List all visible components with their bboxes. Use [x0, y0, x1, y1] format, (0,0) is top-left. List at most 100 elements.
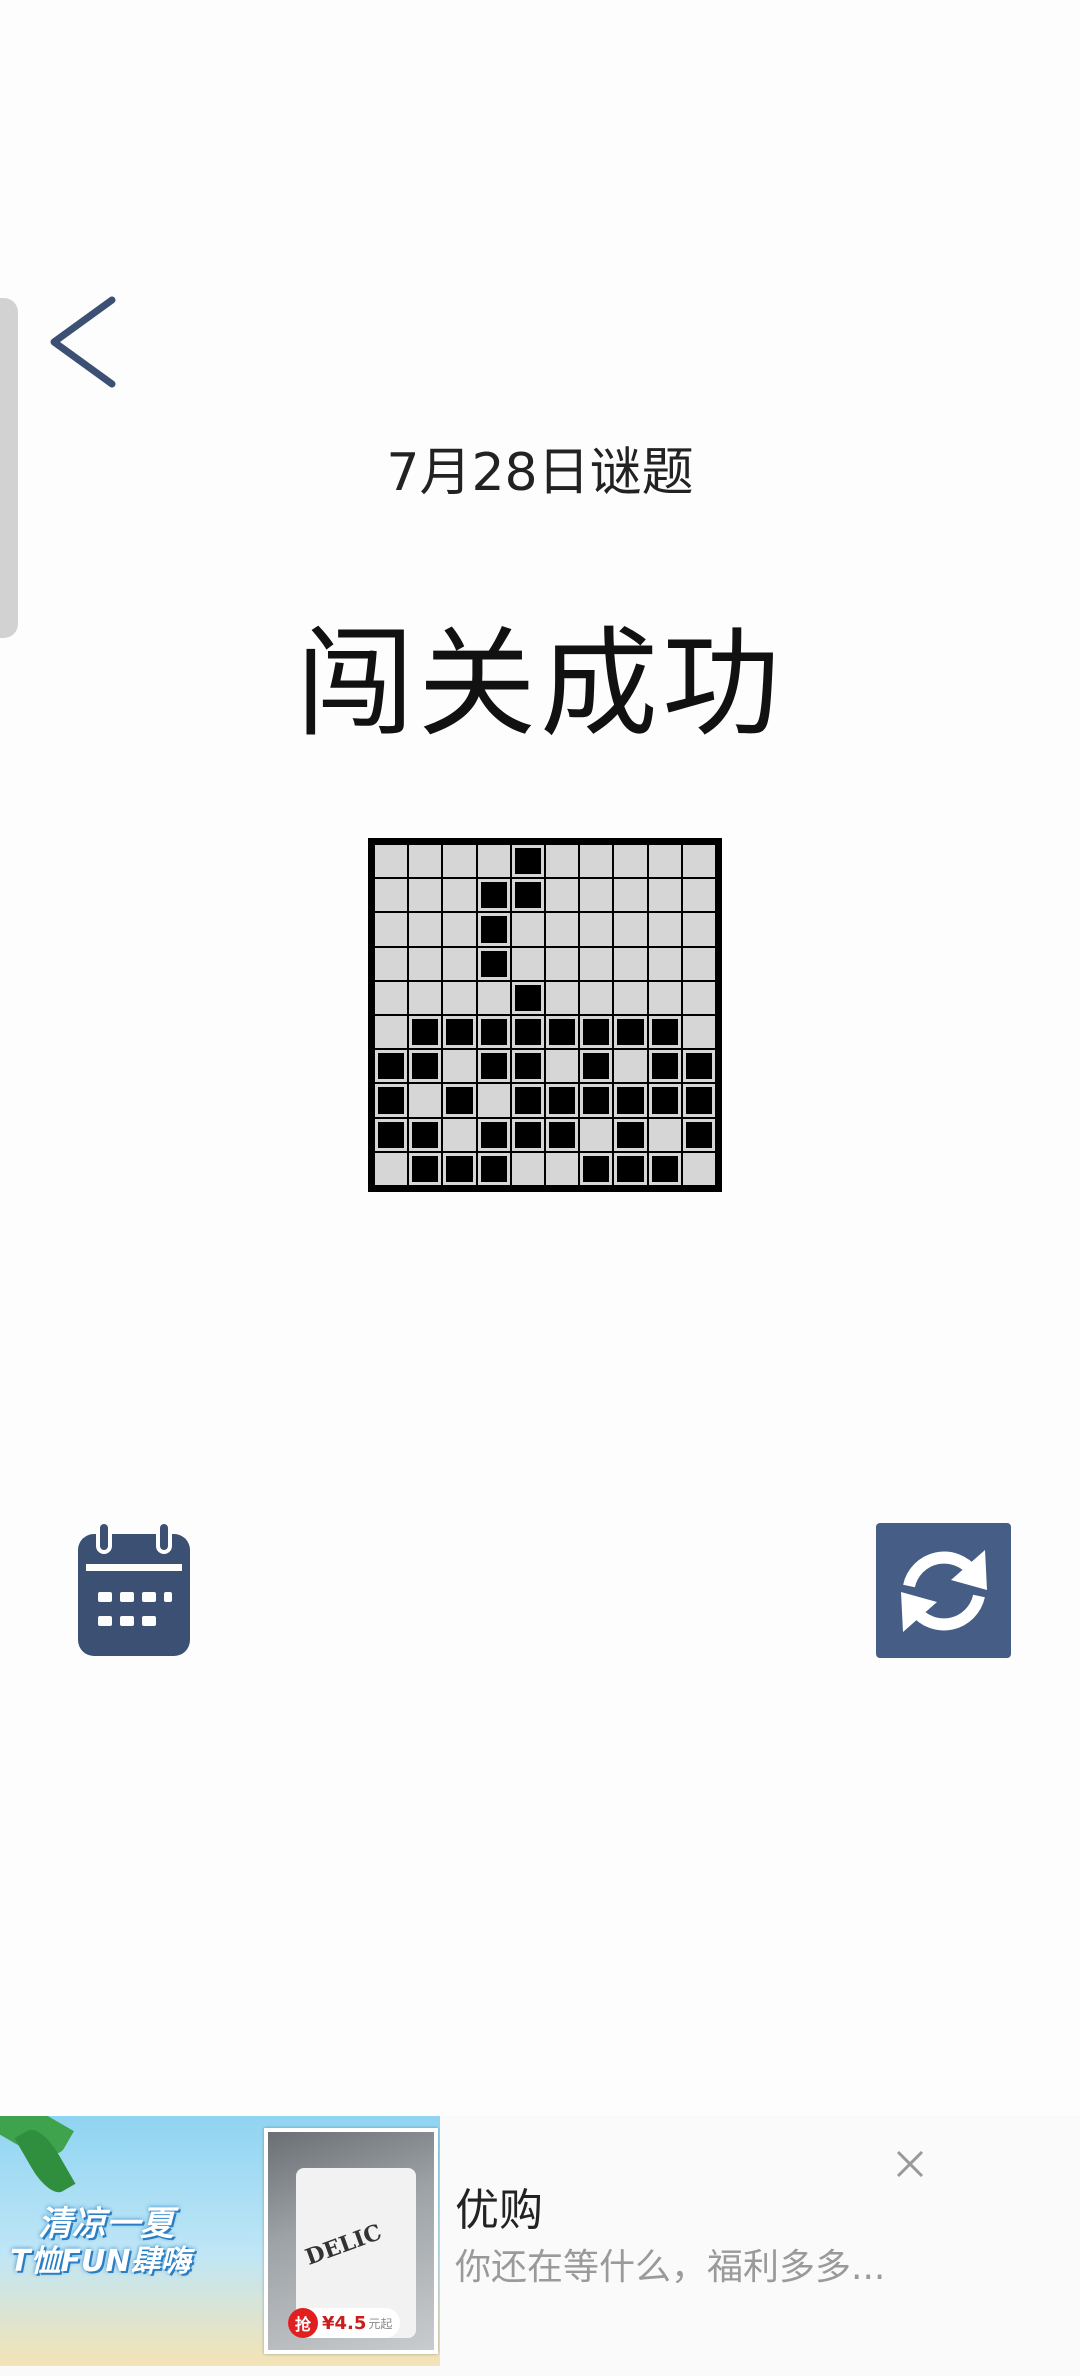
board-cell-filled[interactable] [477, 1152, 510, 1185]
board-cell-empty[interactable] [546, 1050, 579, 1083]
board-cell-empty[interactable] [375, 845, 408, 878]
board-cell-filled[interactable] [511, 981, 544, 1014]
board-cell-filled[interactable] [477, 879, 510, 912]
board-cell-filled[interactable] [580, 1152, 613, 1185]
board-cell-empty[interactable] [648, 981, 681, 1014]
board-cell-filled[interactable] [648, 1050, 681, 1083]
board-cell-empty[interactable] [614, 947, 647, 980]
board-cell-empty[interactable] [375, 913, 408, 946]
board-cell-filled[interactable] [511, 845, 544, 878]
board-cell-filled[interactable] [511, 1084, 544, 1117]
board-cell-filled[interactable] [682, 1084, 715, 1117]
board-cell-empty[interactable] [409, 913, 442, 946]
board-cell-filled[interactable] [511, 1118, 544, 1151]
board-cell-empty[interactable] [511, 913, 544, 946]
board-cell-filled[interactable] [409, 1016, 442, 1049]
board-cell-empty[interactable] [443, 913, 476, 946]
board-cell-empty[interactable] [546, 1152, 579, 1185]
board-cell-empty[interactable] [409, 947, 442, 980]
board-cell-filled[interactable] [682, 1050, 715, 1083]
board-cell-empty[interactable] [409, 1084, 442, 1117]
board-cell-empty[interactable] [443, 845, 476, 878]
board-cell-filled[interactable] [477, 913, 510, 946]
board-cell-filled[interactable] [511, 1016, 544, 1049]
board-cell-empty[interactable] [375, 1016, 408, 1049]
board-cell-empty[interactable] [580, 913, 613, 946]
board-cell-empty[interactable] [682, 1016, 715, 1049]
board-cell-empty[interactable] [375, 981, 408, 1014]
board-cell-empty[interactable] [375, 879, 408, 912]
ad-banner[interactable]: 清凉一夏 T恤FUN肆嗨 DELIC 抢 ¥4.5 元起 优购 你还在等什么，福… [0, 2116, 1080, 2376]
board-cell-filled[interactable] [648, 1016, 681, 1049]
board-cell-filled[interactable] [375, 1118, 408, 1151]
board-cell-filled[interactable] [375, 1050, 408, 1083]
calendar-button[interactable] [76, 1520, 192, 1658]
board-cell-filled[interactable] [477, 947, 510, 980]
board-cell-empty[interactable] [477, 981, 510, 1014]
board-cell-empty[interactable] [546, 879, 579, 912]
board-cell-empty[interactable] [580, 947, 613, 980]
board-cell-empty[interactable] [511, 1152, 544, 1185]
board-cell-empty[interactable] [614, 1050, 647, 1083]
board-cell-empty[interactable] [648, 913, 681, 946]
board-cell-empty[interactable] [682, 947, 715, 980]
board-cell-filled[interactable] [409, 1152, 442, 1185]
board-cell-empty[interactable] [580, 845, 613, 878]
refresh-button[interactable] [876, 1523, 1011, 1658]
board-cell-filled[interactable] [409, 1118, 442, 1151]
board-cell-filled[interactable] [477, 1050, 510, 1083]
board-cell-empty[interactable] [511, 947, 544, 980]
board-cell-filled[interactable] [614, 1152, 647, 1185]
board-cell-empty[interactable] [375, 1152, 408, 1185]
board-cell-empty[interactable] [546, 981, 579, 1014]
board-cell-empty[interactable] [682, 913, 715, 946]
board-cell-empty[interactable] [443, 981, 476, 1014]
board-cell-filled[interactable] [511, 1050, 544, 1083]
board-cell-filled[interactable] [614, 1084, 647, 1117]
board-cell-filled[interactable] [580, 1016, 613, 1049]
board-cell-filled[interactable] [511, 879, 544, 912]
board-cell-empty[interactable] [682, 981, 715, 1014]
board-cell-empty[interactable] [614, 981, 647, 1014]
board-cell-empty[interactable] [443, 1118, 476, 1151]
board-cell-filled[interactable] [614, 1016, 647, 1049]
board-cell-empty[interactable] [477, 1084, 510, 1117]
board-cell-empty[interactable] [648, 879, 681, 912]
board-cell-empty[interactable] [477, 845, 510, 878]
board-cell-empty[interactable] [614, 879, 647, 912]
back-button[interactable] [40, 292, 130, 392]
board-cell-empty[interactable] [409, 981, 442, 1014]
board-cell-filled[interactable] [682, 1118, 715, 1151]
ad-close-button[interactable] [880, 2134, 940, 2194]
board-cell-filled[interactable] [580, 1084, 613, 1117]
board-cell-empty[interactable] [648, 947, 681, 980]
board-cell-filled[interactable] [648, 1084, 681, 1117]
board-cell-filled[interactable] [477, 1118, 510, 1151]
board-cell-filled[interactable] [375, 1084, 408, 1117]
board-cell-empty[interactable] [546, 947, 579, 980]
board-cell-filled[interactable] [443, 1152, 476, 1185]
board-cell-empty[interactable] [682, 845, 715, 878]
board-cell-empty[interactable] [443, 947, 476, 980]
board-cell-empty[interactable] [443, 1050, 476, 1083]
board-cell-filled[interactable] [477, 1016, 510, 1049]
board-cell-empty[interactable] [580, 1118, 613, 1151]
board-cell-empty[interactable] [648, 845, 681, 878]
ad-image[interactable]: 清凉一夏 T恤FUN肆嗨 DELIC 抢 ¥4.5 元起 [0, 2116, 440, 2366]
board-cell-filled[interactable] [546, 1084, 579, 1117]
board-cell-empty[interactable] [648, 1118, 681, 1151]
board-cell-filled[interactable] [443, 1016, 476, 1049]
board-cell-empty[interactable] [580, 879, 613, 912]
board-cell-filled[interactable] [443, 1084, 476, 1117]
board-cell-filled[interactable] [546, 1016, 579, 1049]
board-cell-filled[interactable] [409, 1050, 442, 1083]
board-cell-filled[interactable] [614, 1118, 647, 1151]
board-cell-empty[interactable] [580, 981, 613, 1014]
board-cell-empty[interactable] [682, 1152, 715, 1185]
board-cell-filled[interactable] [648, 1152, 681, 1185]
board-cell-filled[interactable] [546, 1118, 579, 1151]
board-cell-empty[interactable] [443, 879, 476, 912]
board-cell-empty[interactable] [614, 845, 647, 878]
board-cell-empty[interactable] [682, 879, 715, 912]
board-cell-empty[interactable] [546, 913, 579, 946]
